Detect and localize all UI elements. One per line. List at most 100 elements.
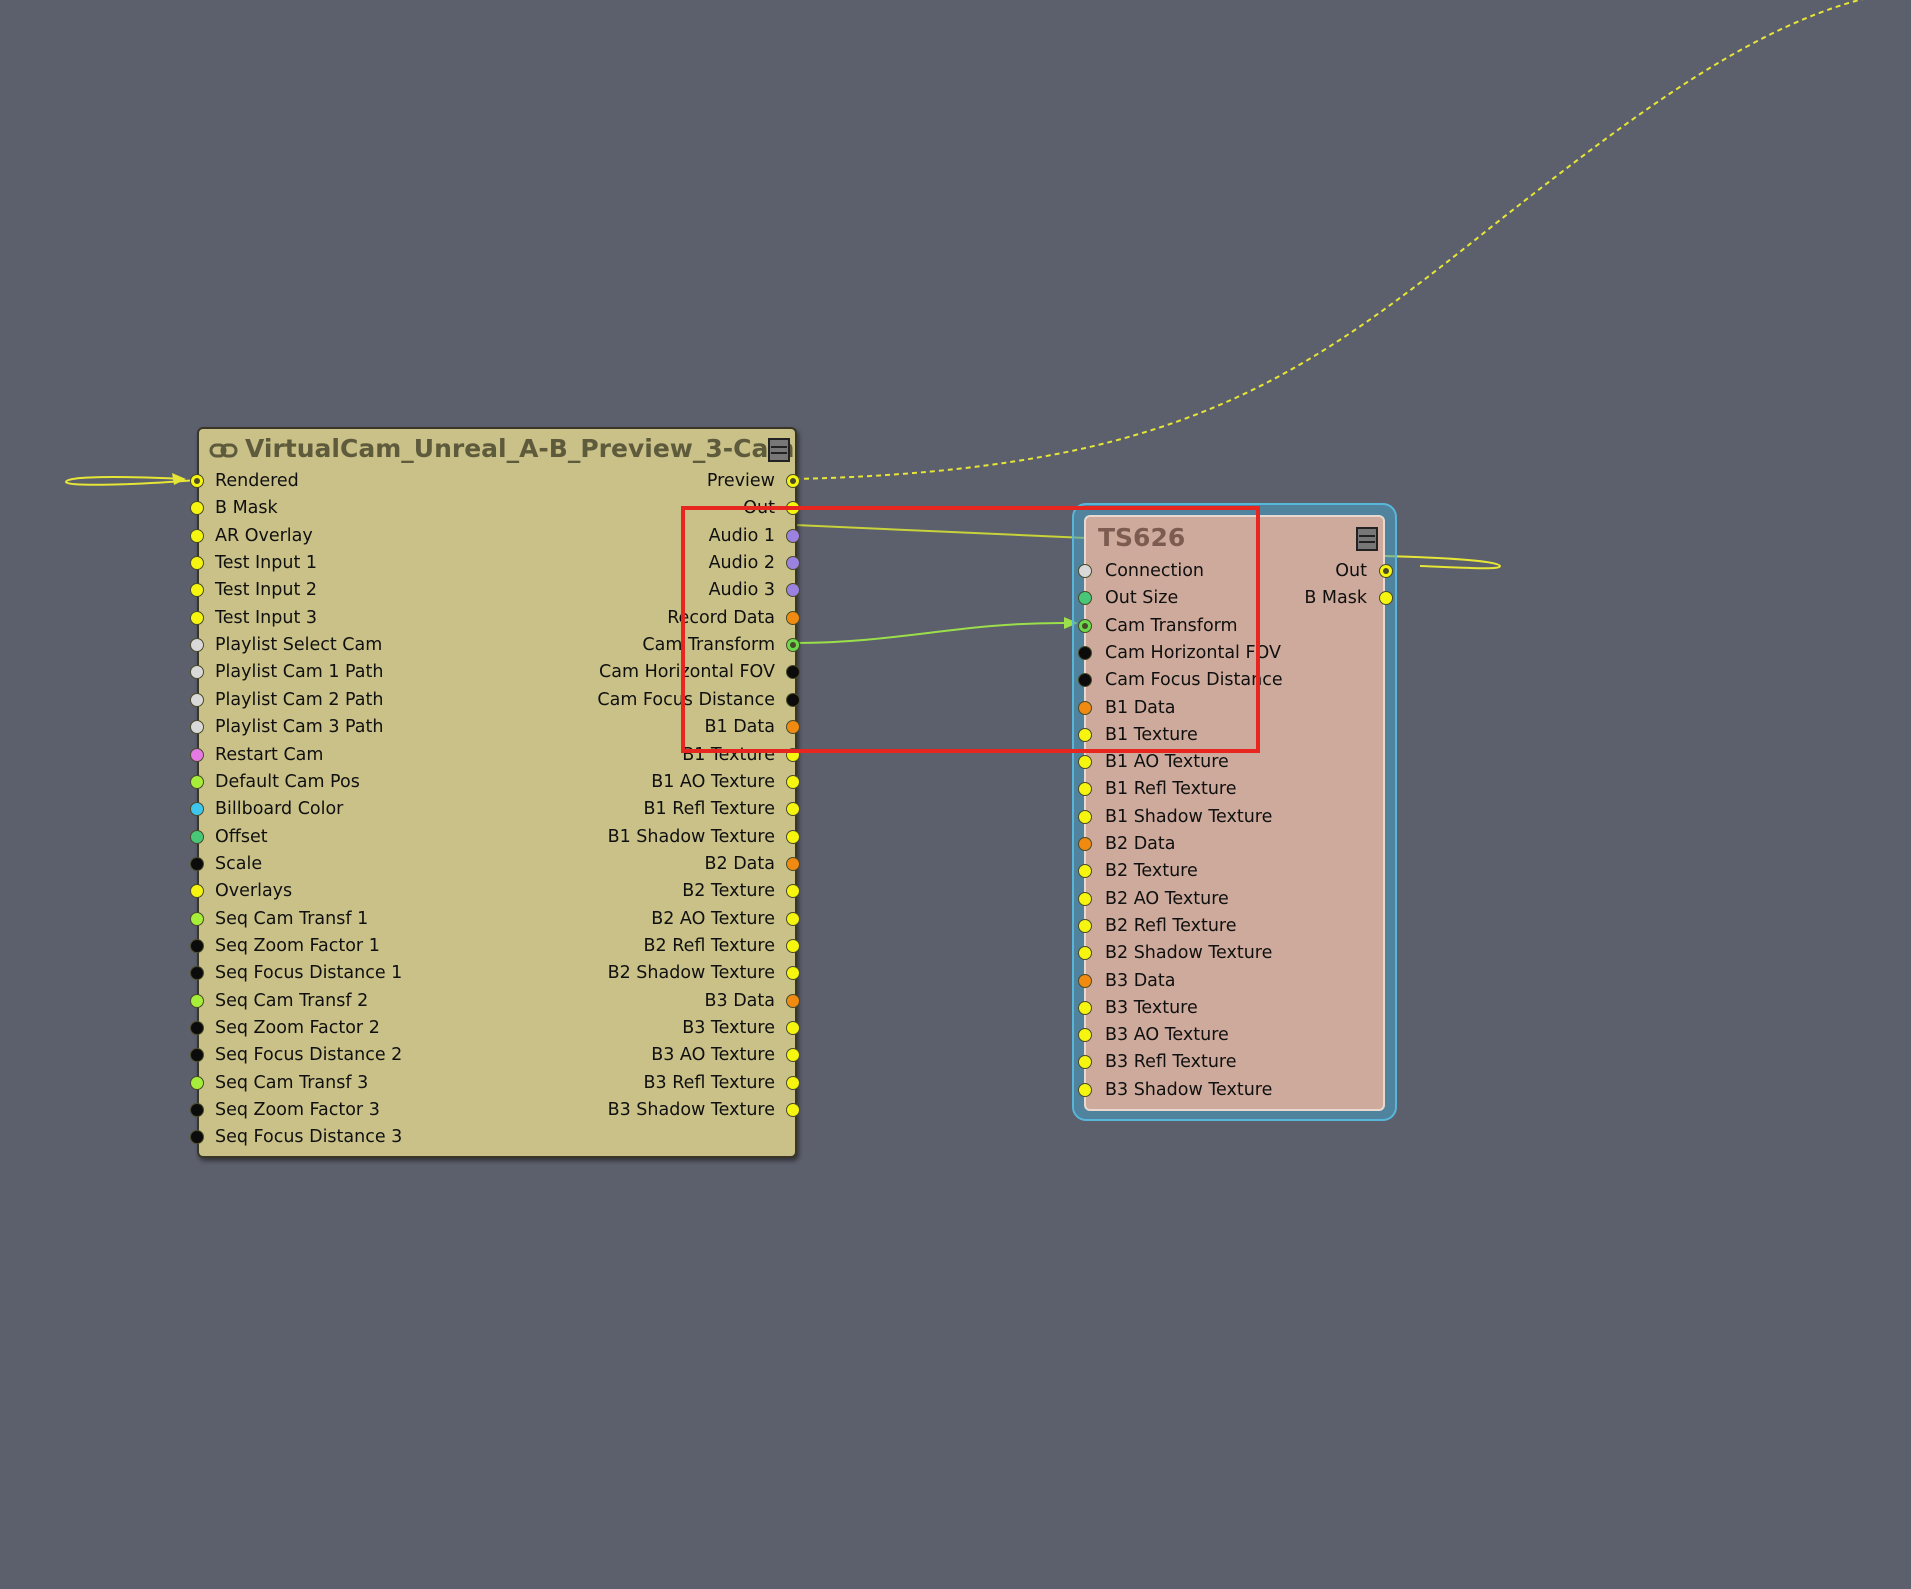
port-label: Seq Focus Distance 3 [215,1127,403,1148]
port-label: B3 Texture [1105,997,1198,1018]
port-socket[interactable] [786,720,800,735]
port-socket[interactable] [786,474,800,488]
port-socket[interactable] [786,583,800,598]
port-socket[interactable] [1078,1082,1092,1097]
port-socket[interactable] [786,610,800,625]
port-socket[interactable] [786,911,800,926]
output-port-b2-data[interactable]: B2 Data [199,851,800,877]
port-socket[interactable] [786,774,800,789]
port-socket[interactable] [1078,700,1092,715]
output-port-b3-refl-texture[interactable]: B3 Refl Texture [199,1070,800,1096]
port-socket[interactable] [786,1021,800,1035]
port-socket[interactable] [1379,564,1393,578]
port-socket[interactable] [786,993,800,1008]
port-socket[interactable] [786,692,800,707]
port-socket[interactable] [786,665,800,680]
port-socket[interactable] [1078,891,1092,906]
node-ts626[interactable]: TS626 Connection Out Size Cam Transform Cam… [1078,515,1393,1111]
port-label: Audio 3 [708,580,775,601]
port-label: B2 Data [1105,834,1176,854]
port-label: B3 Data [704,990,776,1011]
port-socket[interactable] [1078,918,1092,933]
output-port-audio-1[interactable]: Audio 1 [199,523,800,549]
port-socket[interactable] [1078,1028,1092,1043]
wire-ts626-out-loop[interactable] [1383,555,1502,570]
output-port-b1-ao-texture[interactable]: B1 AO Texture [199,769,800,795]
port-socket[interactable] [1078,1055,1092,1070]
port-socket[interactable] [1078,727,1092,742]
node-menu-icon[interactable] [768,438,790,462]
port-socket[interactable] [1078,618,1092,633]
output-port-cam-horizontal-fov[interactable]: Cam Horizontal FOV [199,659,800,685]
port-socket[interactable] [1078,755,1092,770]
output-port-b1-texture[interactable]: B1 Texture [199,742,800,768]
port-socket[interactable] [786,856,800,871]
port-socket[interactable] [786,966,800,981]
output-port-audio-3[interactable]: Audio 3 [199,577,800,603]
output-port-b3-texture[interactable]: B3 Texture [199,1015,800,1041]
output-port-b3-shadow-texture[interactable]: B3 Shadow Texture [199,1097,800,1123]
output-port-b1-refl-texture[interactable]: B1 Refl Texture [199,796,800,822]
port-socket[interactable] [1078,809,1092,824]
wire-preview-out[interactable] [794,0,1880,480]
node-menu-icon[interactable] [1356,527,1378,551]
port-label: B3 Refl Texture [643,1072,776,1093]
port-label: B3 AO Texture [651,1045,775,1066]
output-port-b1-shadow-texture[interactable]: B1 Shadow Texture [199,824,800,850]
output-port-b2-ao-texture[interactable]: B2 AO Texture [199,906,800,932]
port-socket[interactable] [786,1075,800,1090]
port-socket[interactable] [1078,645,1092,660]
output-port-preview[interactable]: Preview [199,468,800,494]
port-socket[interactable] [786,802,800,817]
port-label: B3 Texture [682,1018,775,1038]
wire-audio-1[interactable] [794,524,1087,539]
port-label: Cam Transform [1105,615,1238,636]
node-title[interactable]: TS626 [1098,523,1185,552]
output-port-record-data[interactable]: Record Data [199,605,800,631]
port-socket[interactable] [786,747,800,762]
node-virtualcam[interactable]: VirtualCam_Unreal_A-B_Preview_3-Cam Rend… [190,427,800,1158]
port-socket[interactable] [786,1048,800,1063]
output-port-b3-data[interactable]: B3 Data [199,988,800,1014]
output-port-out[interactable]: Out [199,495,800,521]
output-port-audio-2[interactable]: Audio 2 [199,550,800,576]
wire-rendered-loop[interactable] [64,476,198,486]
port-socket[interactable] [1078,973,1092,988]
port-socket[interactable] [786,528,800,543]
port-socket[interactable] [1078,864,1092,879]
port-socket[interactable] [1078,946,1092,961]
output-port-cam-transform[interactable]: Cam Transform [199,632,800,658]
port-label: Cam Focus Distance [1105,670,1283,691]
port-socket[interactable] [786,829,800,844]
port-label: Out [743,498,775,519]
port-label: B1 Refl Texture [1105,779,1237,800]
port-socket[interactable] [786,1103,800,1118]
port-socket[interactable] [786,884,800,899]
port-label: B1 Shadow Texture [1105,806,1273,827]
port-socket[interactable] [1078,837,1092,851]
port-label: Audio 1 [708,525,775,546]
port-label: B Mask [1304,588,1367,609]
port-socket[interactable] [786,938,800,953]
port-socket[interactable] [786,501,800,516]
output-port-b2-refl-texture[interactable]: B2 Refl Texture [199,933,800,959]
wire-cam-transform[interactable] [794,621,1071,644]
port-socket[interactable] [786,638,800,653]
output-port-b2-texture[interactable]: B2 Texture [199,878,800,904]
port-socket[interactable] [1078,782,1092,797]
output-port-b3-ao-texture[interactable]: B3 AO Texture [199,1042,800,1068]
output-port-cam-focus-distance[interactable]: Cam Focus Distance [199,687,800,713]
port-label: Audio 2 [708,553,775,574]
output-port-b-mask[interactable]: B Mask [1086,585,1393,611]
port-label: Cam Horizontal FOV [1105,642,1281,663]
output-port-b1-data[interactable]: B1 Data [199,714,800,740]
port-socket[interactable] [1078,1000,1092,1015]
output-port-b2-shadow-texture[interactable]: B2 Shadow Texture [199,960,800,986]
port-socket[interactable] [1078,673,1092,688]
port-socket[interactable] [190,1130,204,1145]
output-port-out[interactable]: Out [1086,558,1393,584]
port-label: B2 Refl Texture [1105,915,1237,936]
node-title[interactable]: VirtualCam_Unreal_A-B_Preview_3-Cam [245,434,794,463]
port-label: B1 Texture [682,744,775,765]
port-socket[interactable] [786,556,800,571]
